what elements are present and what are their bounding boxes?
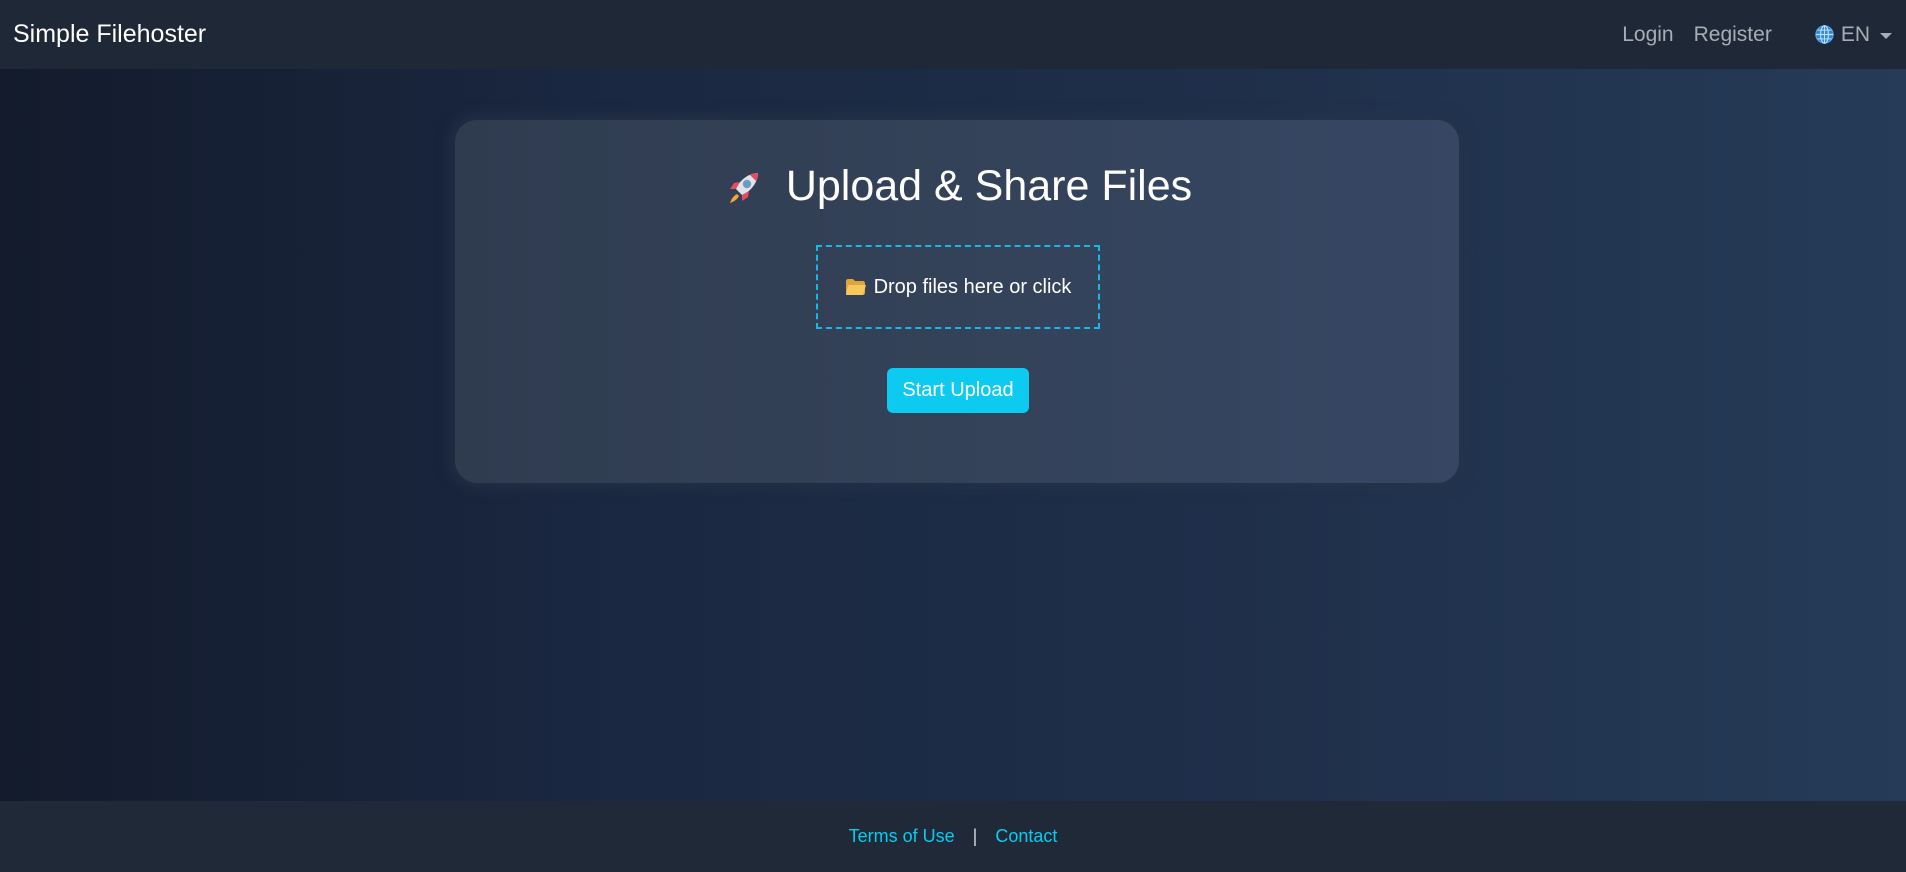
navbar: Simple Filehoster Login Register EN bbox=[0, 0, 1906, 69]
globe-icon bbox=[1814, 24, 1835, 45]
language-dropdown[interactable]: EN bbox=[1814, 23, 1892, 47]
page-title: Upload & Share Files bbox=[455, 162, 1459, 211]
login-link[interactable]: Login bbox=[1622, 23, 1673, 47]
file-dropzone[interactable]: Drop files here or click bbox=[816, 245, 1100, 329]
dropzone-text: Drop files here or click bbox=[873, 275, 1072, 298]
footer-separator: | bbox=[972, 826, 978, 846]
register-link[interactable]: Register bbox=[1694, 23, 1772, 47]
language-label: EN bbox=[1840, 22, 1870, 46]
brand-link[interactable]: Simple Filehoster bbox=[13, 20, 206, 49]
contact-link[interactable]: Contact bbox=[995, 826, 1057, 847]
folder-icon bbox=[845, 278, 867, 296]
caret-down-icon bbox=[1880, 32, 1892, 39]
start-upload-button[interactable]: Start Upload bbox=[887, 368, 1029, 413]
nav-right: Login Register EN bbox=[1622, 23, 1893, 47]
page-title-text: Upload & Share Files bbox=[785, 162, 1193, 210]
upload-card: Upload & Share Files Drop files here or … bbox=[455, 120, 1459, 483]
footer: Terms of Use | Contact bbox=[0, 801, 1906, 872]
terms-of-use-link[interactable]: Terms of Use bbox=[849, 826, 955, 847]
rocket-icon bbox=[722, 165, 766, 209]
